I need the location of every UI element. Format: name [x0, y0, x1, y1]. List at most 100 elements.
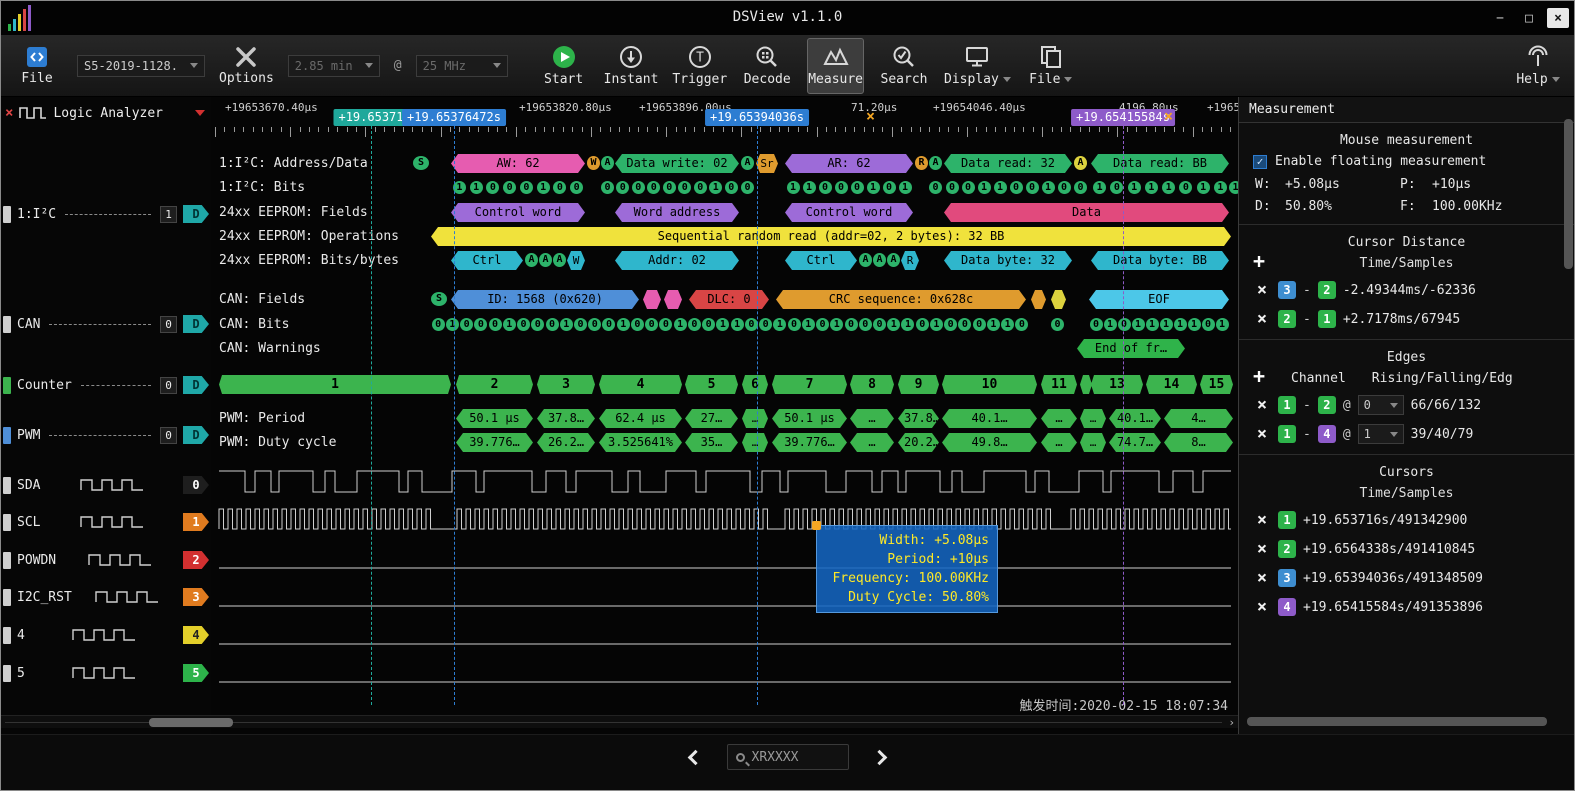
- cursor-flag-3[interactable]: +19.65394036s: [705, 109, 809, 126]
- cursor-badge[interactable]: 3: [1278, 569, 1296, 587]
- channel-color-swatch[interactable]: [3, 514, 11, 531]
- minimize-button[interactable]: −: [1489, 8, 1511, 28]
- channel-row-5[interactable]: 55: [1, 661, 209, 685]
- channel-number-badge[interactable]: 0: [160, 427, 177, 444]
- channel-number-badge[interactable]: 0: [160, 377, 177, 394]
- channel-color-swatch[interactable]: [3, 377, 11, 394]
- channel-row-4[interactable]: 44: [1, 623, 209, 647]
- duration-select[interactable]: 2.85 min: [288, 55, 380, 77]
- trigger-marker-icon[interactable]: ×: [866, 107, 875, 125]
- channel-color-swatch[interactable]: [3, 316, 11, 333]
- start-button[interactable]: Start: [538, 38, 590, 94]
- close-device-icon[interactable]: ×: [5, 105, 13, 121]
- cursor-badge[interactable]: 2: [1278, 310, 1296, 328]
- add-distance-button[interactable]: +: [1253, 253, 1265, 269]
- options-button[interactable]: Options: [219, 38, 274, 94]
- channel-row-counter[interactable]: Counter0D: [1, 373, 209, 397]
- decoder-d-badge[interactable]: D: [183, 376, 209, 394]
- instant-button[interactable]: Instant: [604, 38, 659, 94]
- display-button[interactable]: Display: [944, 38, 1011, 94]
- device-menu-caret-icon[interactable]: [195, 110, 205, 116]
- scrollbar-handle[interactable]: [149, 718, 233, 727]
- cursor-badge[interactable]: 2: [1318, 396, 1336, 414]
- help-button[interactable]: Help: [1512, 38, 1564, 94]
- cursor-badge[interactable]: 1: [1318, 310, 1336, 328]
- remove-button[interactable]: ×: [1253, 539, 1271, 559]
- channel-number-badge[interactable]: 2: [183, 551, 209, 569]
- cursor-flag-1[interactable]: +19.65371: [333, 109, 408, 126]
- channel-color-swatch[interactable]: [3, 627, 11, 644]
- file-button[interactable]: File: [11, 38, 63, 94]
- cursor-flag-4[interactable]: +19.65415584s: [1071, 109, 1175, 126]
- remove-button[interactable]: ×: [1253, 280, 1271, 300]
- cursor-badge[interactable]: 2: [1278, 540, 1296, 558]
- remove-button[interactable]: ×: [1253, 597, 1271, 617]
- panel-vertical-scrollbar[interactable]: [1564, 119, 1573, 269]
- channel-row-i2c-rst[interactable]: I2C_RST3: [1, 585, 209, 609]
- channel-color-swatch[interactable]: [3, 477, 11, 494]
- close-button[interactable]: ×: [1547, 8, 1569, 28]
- cursor-badge[interactable]: 1: [1278, 396, 1296, 414]
- cursor-badge[interactable]: 3: [1278, 281, 1296, 299]
- file-menu-button[interactable]: File: [1025, 38, 1077, 94]
- channel-row-scl[interactable]: SCL1: [1, 510, 209, 534]
- trigger-button[interactable]: T Trigger: [672, 38, 727, 94]
- decoder-d-badge[interactable]: D: [183, 205, 209, 223]
- trigger-marker-icon[interactable]: ×: [1164, 107, 1173, 125]
- bit-value: 1: [1042, 181, 1055, 194]
- add-edge-button[interactable]: +: [1253, 368, 1265, 384]
- cursor-badge[interactable]: 4: [1278, 598, 1296, 616]
- remove-button[interactable]: ×: [1253, 309, 1271, 329]
- channel-color-swatch[interactable]: [3, 589, 11, 606]
- edge-channel-select[interactable]: 0: [1358, 395, 1404, 415]
- cursor-badge[interactable]: 1: [1278, 425, 1296, 443]
- channel-row-pwm[interactable]: PWM0D: [1, 423, 209, 447]
- channel-row-1-i-c[interactable]: 1:I²C1D: [1, 202, 209, 226]
- channel-number-badge[interactable]: 1: [160, 206, 177, 223]
- ruler-tick: [1108, 127, 1109, 132]
- channel-number-badge[interactable]: 0: [183, 476, 209, 494]
- ruler-tick: [864, 127, 865, 132]
- device-select[interactable]: S5-2019-1128.: [77, 55, 205, 77]
- channel-number-badge[interactable]: 1: [183, 513, 209, 531]
- ruler-tick: [403, 127, 404, 132]
- scroll-right-arrow-icon[interactable]: ›: [1228, 716, 1235, 729]
- remove-button[interactable]: ×: [1253, 510, 1271, 530]
- cursor-badge[interactable]: 2: [1318, 281, 1336, 299]
- edge-channel-select[interactable]: 1: [1358, 424, 1404, 444]
- logic-analyzer-header: × Logic Analyzer: [5, 105, 205, 121]
- wave-horizontal-scrollbar[interactable]: ›: [1, 715, 1238, 728]
- channel-number-badge[interactable]: 5: [183, 664, 209, 682]
- channel-color-swatch[interactable]: [3, 427, 11, 444]
- decode-segment: …: [1041, 433, 1077, 452]
- channel-color-swatch[interactable]: [3, 206, 11, 223]
- channel-number-badge[interactable]: 0: [160, 316, 177, 333]
- decode-button[interactable]: Decode: [741, 38, 793, 94]
- maximize-button[interactable]: □: [1518, 8, 1540, 28]
- panel-horizontal-scrollbar[interactable]: [1247, 717, 1547, 726]
- channel-number-badge[interactable]: 3: [183, 588, 209, 606]
- decoder-d-badge[interactable]: D: [183, 315, 209, 333]
- bit-value: 0: [460, 318, 473, 331]
- wave-area[interactable]: +19653670.40μs+19653820.80μs+19653896.00…: [211, 97, 1238, 734]
- channel-color-swatch[interactable]: [3, 665, 11, 682]
- remove-button[interactable]: ×: [1253, 424, 1271, 444]
- next-page-button[interactable]: [863, 742, 897, 772]
- channel-row-sda[interactable]: SDA0: [1, 473, 209, 497]
- channel-row-can[interactable]: CAN0D: [1, 312, 209, 336]
- samplerate-select[interactable]: 25 MHz: [416, 55, 508, 77]
- search-button[interactable]: Search: [878, 38, 930, 94]
- wave-search-box[interactable]: XRXXXX: [727, 744, 849, 770]
- decoder-d-badge[interactable]: D: [183, 426, 209, 444]
- channel-number-badge[interactable]: 4: [183, 626, 209, 644]
- measure-button[interactable]: Measure: [807, 38, 864, 94]
- enable-floating-measurement-checkbox[interactable]: ✓: [1253, 155, 1267, 169]
- cursor-badge[interactable]: 1: [1278, 511, 1296, 529]
- remove-button[interactable]: ×: [1253, 568, 1271, 588]
- channel-row-powdn[interactable]: POWDN2: [1, 548, 209, 572]
- prev-page-button[interactable]: [679, 742, 713, 772]
- remove-button[interactable]: ×: [1253, 395, 1271, 415]
- cursor-flag-2[interactable]: +19.65376472s: [402, 109, 506, 126]
- cursor-badge[interactable]: 4: [1318, 425, 1336, 443]
- channel-color-swatch[interactable]: [3, 552, 11, 569]
